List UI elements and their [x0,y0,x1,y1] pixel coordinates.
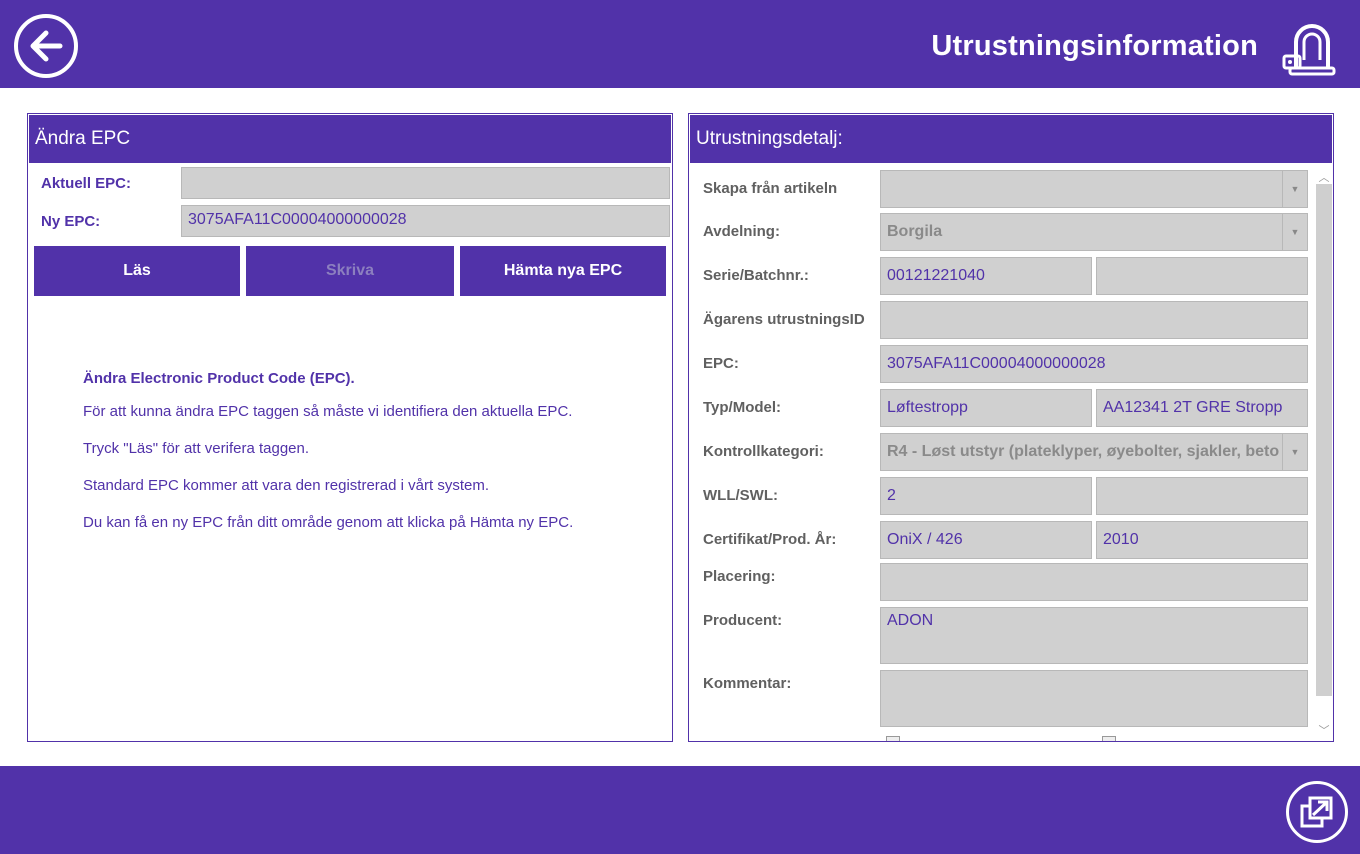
category-label: Kontrollkategori: [703,443,824,460]
shackle-tag-icon [1282,24,1336,76]
form-scrollbar[interactable]: ︿ ﹀ [1313,166,1333,741]
model-field[interactable]: AA12341 2T GRE Stropp [1096,389,1308,427]
create-from-label: Skapa från artikeln [703,180,838,197]
checkbox[interactable] [1102,736,1116,741]
current-epc-label: Aktuell EPC: [41,175,132,192]
open-external-window-icon [1300,796,1333,828]
owner-id-field[interactable] [880,301,1308,339]
info-line: Du kan få en ny EPC från ditt område gen… [83,514,574,531]
serial-label: Serie/Batchnr.: [703,267,809,284]
owner-id-label: Ägarens utrustningsID [703,311,865,328]
change-epc-header: Ändra EPC [28,114,672,164]
production-year-field[interactable]: 2010 [1096,521,1308,559]
swl-field[interactable] [1096,477,1308,515]
write-button[interactable]: Skriva [246,246,454,296]
create-from-select[interactable]: ▼ [880,170,1308,208]
producer-field[interactable]: ADON [880,607,1308,664]
epc-field[interactable]: 3075AFA11C00004000000028 [880,345,1308,383]
certificate-label: Certifikat/Prod. År: [703,531,837,548]
location-label: Placering: [703,568,776,585]
info-line: För att kunna ändra EPC taggen så måste … [83,403,573,420]
equipment-detail-panel: Utrustningsdetalj: Skapa från artikeln ▼… [688,113,1334,742]
producer-label: Producent: [703,612,783,629]
fetch-new-epc-button[interactable]: Hämta nya EPC [460,246,666,296]
certificate-field[interactable]: OniX / 426 [880,521,1092,559]
type-field[interactable]: Løftestropp [880,389,1092,427]
bottom-bar [0,766,1360,854]
back-button[interactable] [14,14,78,78]
info-line: Tryck "Läs" för att verifera taggen. [83,440,310,457]
department-value: Borgila [887,223,943,240]
equipment-detail-header: Utrustningsdetalj: [689,114,1333,164]
chevron-down-icon[interactable]: ▼ [1282,171,1307,207]
comment-field[interactable] [880,670,1308,727]
page-title: Utrustningsinformation [931,30,1258,62]
change-epc-panel: Ändra EPC Aktuell EPC: Ny EPC: 3075AFA11… [27,113,673,742]
chevron-down-icon[interactable]: ﹀ [1317,722,1331,737]
current-epc-field[interactable] [181,167,670,199]
department-label: Avdelning: [703,223,780,240]
serial-secondary-field[interactable] [1096,257,1308,295]
arrow-left-circle-icon [30,30,63,62]
checkbox[interactable] [886,736,900,741]
new-epc-label: Ny EPC: [41,213,101,230]
epc-label: EPC: [703,355,739,372]
equipment-detail-form: Skapa från artikeln ▼ Avdelning: Borgila… [689,166,1333,741]
chevron-down-icon[interactable]: ▼ [1282,214,1307,250]
wll-field[interactable]: 2 [880,477,1092,515]
comment-label: Kommentar: [703,675,792,692]
location-field[interactable] [880,563,1308,601]
chevron-up-icon[interactable]: ︿ [1317,169,1331,184]
type-label: Typ/Model: [703,399,782,416]
department-select[interactable]: Borgila ▼ [880,213,1308,251]
serial-field[interactable]: 00121221040 [880,257,1092,295]
wll-label: WLL/SWL: [703,487,778,504]
info-line: Standard EPC kommer att vara den registr… [83,477,489,494]
popout-button[interactable] [1286,781,1348,843]
read-button[interactable]: Läs [34,246,240,296]
scroll-thumb[interactable] [1316,184,1332,696]
chevron-down-icon[interactable]: ▼ [1282,434,1307,470]
info-heading: Ändra Electronic Product Code (EPC). [83,370,355,387]
new-epc-field[interactable]: 3075AFA11C00004000000028 [181,205,670,237]
category-select[interactable]: R4 - Løst utstyr (plateklyper, øyebolter… [880,433,1308,471]
top-bar: Utrustningsinformation [0,0,1360,88]
category-value: R4 - Løst utstyr (plateklyper, øyebolter… [887,443,1280,460]
